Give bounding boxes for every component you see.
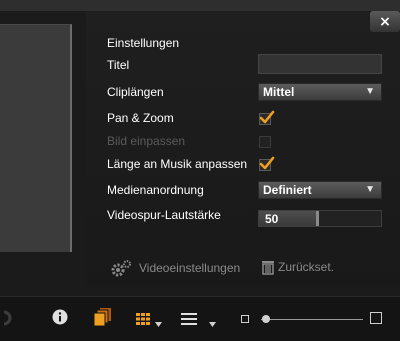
- video-settings-button[interactable]: Videoeinstellungen: [110, 259, 240, 277]
- gear-icon: [111, 260, 131, 277]
- chevron-down-icon: ▼: [365, 86, 375, 97]
- fit-music-checkbox[interactable]: [259, 156, 275, 171]
- reset-button[interactable]: Zurückset.: [261, 259, 334, 275]
- pan-zoom-label: Pan & Zoom: [107, 111, 174, 125]
- video-volume-handle[interactable]: [316, 211, 320, 226]
- trash-icon: [262, 261, 274, 275]
- top-bar: [0, 0, 400, 11]
- video-volume-label: Videospur-Lautstärke: [107, 208, 221, 222]
- partial-icon: [3, 310, 14, 331]
- pan-zoom-checkbox[interactable]: [259, 110, 275, 125]
- reset-label: Zurückset.: [278, 260, 335, 274]
- title-label: Titel: [107, 58, 130, 72]
- checkmark-icon: [259, 156, 275, 170]
- chevron-down-icon: ▼: [365, 184, 375, 195]
- video-volume-value: 50: [265, 212, 279, 226]
- zoom-slider-track[interactable]: [261, 319, 363, 320]
- chevron-down-icon[interactable]: [209, 314, 216, 332]
- zoom-out-icon[interactable]: [241, 315, 249, 323]
- media-order-value: Definiert: [263, 183, 312, 197]
- media-order-select[interactable]: Definiert ▼: [258, 181, 382, 199]
- info-icon[interactable]: [52, 309, 68, 330]
- grid-view-icon[interactable]: [136, 312, 150, 330]
- clip-length-value: Mittel: [263, 85, 295, 99]
- chevron-down-icon[interactable]: [155, 314, 162, 332]
- settings-panel: [86, 11, 400, 286]
- fit-music-label: Länge an Musik anpassen: [107, 157, 248, 171]
- copy-icon[interactable]: [93, 307, 112, 332]
- title-input[interactable]: [258, 54, 382, 74]
- clip-length-label: Cliplängen: [107, 85, 164, 99]
- clip-length-select[interactable]: Mittel ▼: [258, 83, 382, 101]
- list-view-icon[interactable]: [181, 312, 197, 330]
- zoom-in-icon[interactable]: [370, 312, 382, 324]
- video-settings-label: Videoeinstellungen: [139, 261, 241, 275]
- preview-thumbnail[interactable]: [0, 24, 72, 252]
- media-order-label: Medienanordnung: [107, 183, 204, 197]
- checkmark-icon: [259, 110, 275, 124]
- settings-heading: Einstellungen: [107, 36, 180, 50]
- video-volume-slider[interactable]: 50: [258, 210, 382, 227]
- fit-image-checkbox[interactable]: [259, 136, 271, 148]
- close-button[interactable]: ×: [370, 11, 400, 32]
- fit-image-label: Bild einpassen: [107, 134, 186, 148]
